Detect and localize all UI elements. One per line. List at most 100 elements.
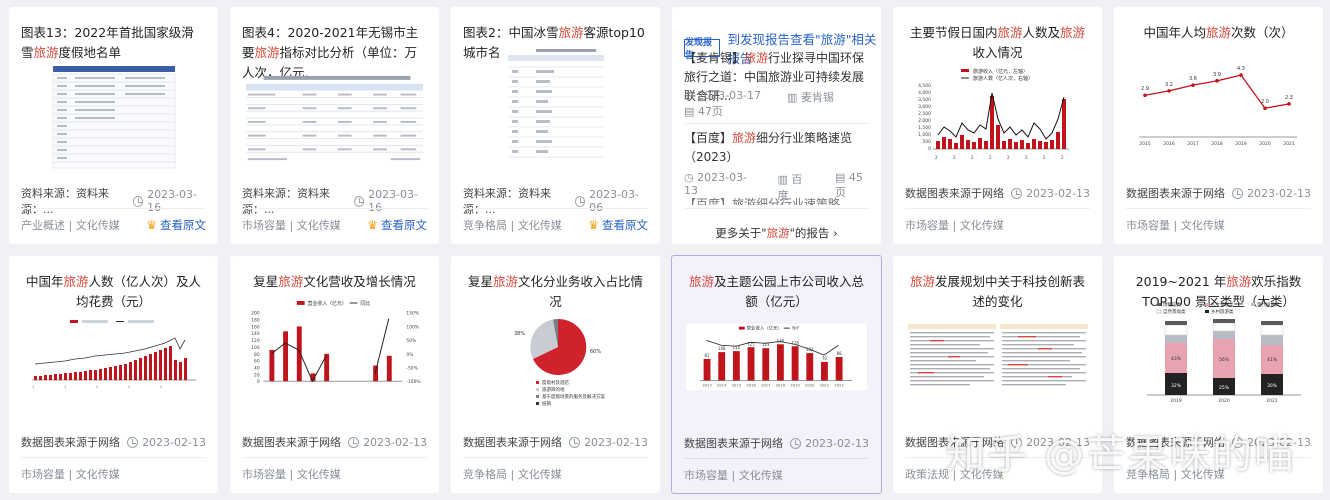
view-original-button[interactable]: ♛ 查看原文 (146, 217, 206, 233)
chart-thumbnail[interactable]: 营业收入（亿元） YoY 81 108 110 125 123 136 128 103 70 88… (686, 322, 867, 392)
svg-text:2018: 2018 (776, 383, 786, 387)
svg-text:500: 500 (922, 139, 931, 145)
svg-text:度假村及酒店: 度假村及酒店 (542, 379, 569, 386)
chart-thumbnail[interactable] (907, 318, 1088, 398)
category-tags[interactable]: 市场容量 | 文化传媒 (905, 217, 1004, 233)
date: 2023-02-13 (790, 437, 869, 450)
category-tags[interactable]: 竞争格局 | 文化传媒 (463, 217, 562, 233)
clock-icon (790, 437, 802, 449)
category-tags[interactable]: 市场容量 | 文化传媒 (1126, 217, 1225, 233)
chart-thumbnail[interactable]: 2.9 2015 3.2 2016 3.6 2017 3.9 2018 4.3 2019 2.0 20… (1128, 51, 1309, 155)
svg-text:2019: 2019 (790, 383, 800, 387)
card-title[interactable]: 旅游及主题公园上市公司收入总额（亿元） (684, 272, 869, 312)
svg-text:50%: 50% (406, 338, 416, 344)
view-original-button[interactable]: ♛ 查看原文 (367, 217, 427, 233)
chart-card[interactable]: 图表4：2020-2021年无锡市主要旅游指标对比分析（单位：万人次，亿元, 资… (230, 7, 439, 244)
crown-icon: ♛ (146, 218, 157, 232)
x-tick-label: 2015 (1139, 141, 1151, 147)
chart-thumbnail[interactable] (23, 62, 204, 172)
chart-thumbnail[interactable]: 1 1 2 2 2 (23, 316, 204, 396)
svg-text:-100%: -100% (406, 379, 420, 385)
card-title[interactable]: 中国年人均旅游次数（次） (1126, 23, 1311, 43)
divider (21, 208, 206, 209)
svg-text:128: 128 (791, 340, 799, 345)
svg-text:180: 180 (251, 318, 260, 324)
svg-text:2019: 2019 (1170, 398, 1182, 404)
chevron-right-icon: › (833, 226, 838, 240)
data-label: 4.3 (1237, 66, 1245, 72)
svg-text:40: 40 (254, 365, 260, 371)
chart-card-highlighted[interactable]: 旅游及主题公园上市公司收入总额（亿元） 营业收入（亿元） YoY 81 108 11… (671, 255, 882, 494)
svg-text:1: 1 (64, 385, 66, 389)
chart-card[interactable]: 复星旅游文化营收及增长情况 营业收入（亿元） 同比 200 180 160 140 12… (230, 256, 439, 493)
svg-text:2021: 2021 (820, 383, 830, 387)
data-label: 2.9 (1141, 86, 1149, 92)
view-original-button[interactable]: ♛ 查看原文 (588, 217, 648, 233)
divider (905, 208, 1090, 209)
category-tags[interactable]: 市场容量 | 文化传媒 (242, 466, 341, 482)
clock-icon (574, 195, 586, 207)
report-card[interactable]: 发现报告 到发现报告查看"旅游"相关报告 【麦肯锡】旅游行业探寻中国环保旅行之道… (672, 7, 881, 244)
chart-thumbnail[interactable]: 营业收入（亿元） 同比 200 180 160 140 120 100 80 60 40 20 0 … (244, 296, 425, 396)
category-tags[interactable]: 市场容量 | 文化传媒 (242, 217, 341, 233)
svg-text:2: 2 (160, 385, 162, 389)
x-tick-label: 2016 (1163, 141, 1175, 147)
svg-text:123: 123 (762, 342, 770, 347)
card-title[interactable]: 中国年旅游人数（亿人次）及人均花费（元） (21, 272, 206, 312)
chart-thumbnail[interactable] (465, 45, 646, 175)
card-title[interactable]: 图表13：2022年首批国家级滑雪旅游度假地名单 (21, 23, 206, 63)
chart-card[interactable]: 中国年人均旅游次数（次） 2.9 2015 3.2 2016 3.6 2017 3.9 201… (1114, 7, 1323, 244)
svg-text:160: 160 (251, 324, 260, 330)
svg-text:1,500: 1,500 (918, 125, 931, 131)
divider (1126, 208, 1311, 209)
category-tags[interactable]: 市场容量 | 文化传媒 (684, 467, 783, 483)
category-tags[interactable]: 产业概述 | 文化传媒 (21, 217, 120, 233)
category-tags[interactable]: 市场容量 | 文化传媒 (21, 466, 120, 482)
report-item[interactable]: 【百度】旅游细分行业策略速览（2023） (684, 129, 869, 167)
divider (242, 457, 427, 458)
category-tags[interactable]: 竞争格局 | 文化传媒 (463, 466, 562, 482)
card-title[interactable]: 复星旅游文化营收及增长情况 (242, 272, 427, 292)
watermark-text: 知乎 @芒果味的喵 (945, 432, 1296, 478)
divider (463, 457, 648, 458)
chart-thumbnail[interactable] (244, 69, 425, 169)
svg-text:2022: 2022 (834, 383, 843, 387)
chart-card[interactable]: 复星旅游文化分业务收入占比情况 60% 38% 度假村及酒店 旅游目的地 基于度… (451, 256, 660, 493)
svg-text:3,500: 3,500 (918, 97, 931, 103)
svg-text:120: 120 (251, 338, 260, 344)
svg-text:抵销: 抵销 (542, 400, 551, 407)
svg-text:自然景观类: 自然景观类 (1163, 308, 1186, 315)
chart-thumbnail[interactable]: 旅游收入（亿元，左轴） 旅游人数（亿人次，右轴） 4,500 4,000 3,500… (907, 65, 1088, 169)
svg-text:2017: 2017 (761, 383, 771, 387)
more-reports-link[interactable]: 更多关于"旅游"的报告 › (672, 225, 881, 241)
legend-label: 同比 (360, 300, 370, 307)
divider (21, 457, 206, 458)
svg-text:0%: 0% (406, 352, 413, 358)
svg-text:140: 140 (251, 331, 260, 337)
svg-text:1: 1 (32, 385, 34, 389)
svg-text:136: 136 (777, 338, 785, 343)
pie-label: 60% (590, 349, 601, 355)
card-title[interactable]: 旅游发展规划中关于科技创新表述的变化 (905, 272, 1090, 312)
chart-card[interactable]: 图表2：中国冰雪旅游客源top10城市名 资料来源：资料来源：... 2023-0… (451, 7, 660, 244)
chart-thumbnail[interactable]: 60% 38% 度假村及酒店 旅游目的地 基于度假场景的服务及解决方案 抵销 (465, 294, 646, 412)
clock-icon (569, 436, 581, 448)
chart-card[interactable]: 图表13：2022年首批国家级滑雪旅游度假地名单 资料来源：资料来源：... 20… (9, 7, 218, 244)
date: 2023-02-13 (1232, 187, 1311, 200)
svg-text:2,000: 2,000 (918, 118, 931, 124)
svg-text:43%: 43% (1170, 356, 1181, 362)
report-item-partial[interactable]: 【百度】旅游细分行业速策略 (684, 195, 869, 205)
svg-text:4,000: 4,000 (918, 90, 931, 96)
card-title[interactable]: 主要节假日国内旅游人数及旅游收入情况 (905, 23, 1090, 63)
svg-text:旅游目的地: 旅游目的地 (542, 386, 565, 393)
chart-card[interactable]: 中国年旅游人数（亿人次）及人均花费（元） 1 1 2 2 2 数据图表来源于网络 2023… (9, 256, 218, 493)
chart-card[interactable]: 主要节假日国内旅游人数及旅游收入情况 旅游收入（亿元，左轴） 旅游人数（亿人次，… (893, 7, 1102, 244)
clock-icon (127, 436, 139, 448)
data-point (1215, 79, 1219, 83)
source-text: 数据图表来源于网络 (905, 187, 1004, 200)
svg-text:100: 100 (251, 345, 260, 351)
svg-text:200: 200 (251, 311, 260, 317)
chart-thumbnail[interactable]: 博物馆类 人文景观类 现代娱乐类 自然景观类 乡村旅游类 32% 43% 25% 56… (1128, 300, 1309, 406)
svg-text:2: 2 (1025, 155, 1028, 160)
svg-text:56%: 56% (1218, 357, 1229, 363)
